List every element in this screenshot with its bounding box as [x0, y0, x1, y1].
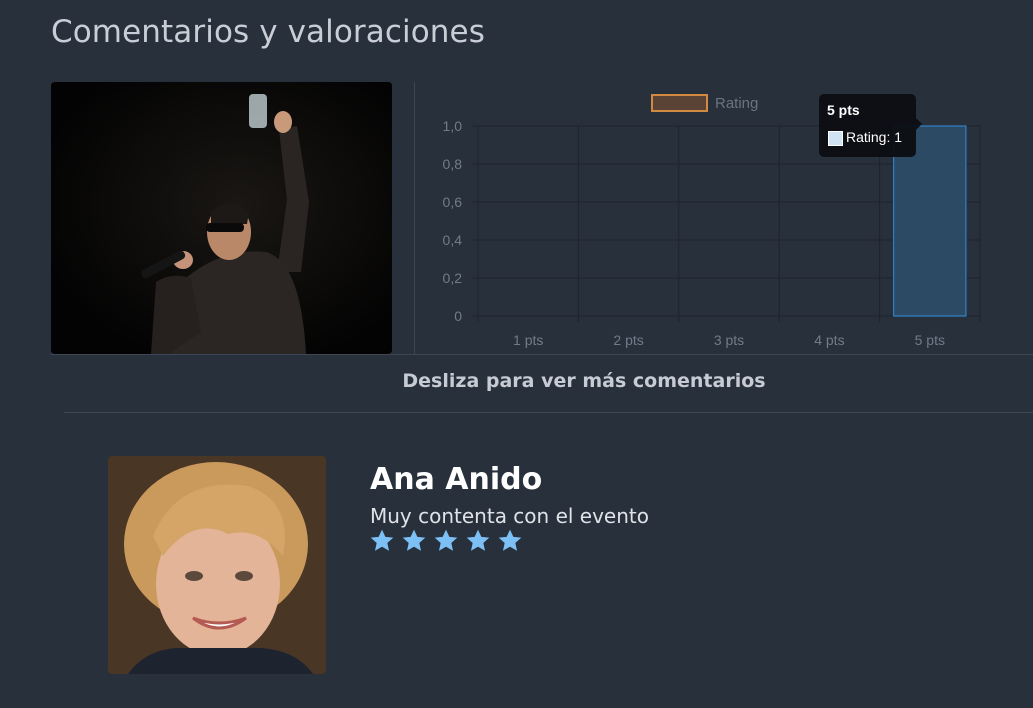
- star-icon: [402, 529, 426, 551]
- y-tick-label: 0,8: [443, 156, 463, 172]
- x-tick-label: 2 pts: [613, 332, 643, 348]
- star-icon: [434, 529, 458, 551]
- tooltip-swatch: [828, 131, 843, 146]
- tooltip-body: Rating: 1: [846, 129, 903, 145]
- tooltip-title: 5 pts: [827, 102, 860, 118]
- event-photo: [51, 82, 392, 354]
- star-icon: [498, 529, 522, 551]
- comments-divider: [64, 412, 1033, 413]
- section-divider: [51, 354, 1033, 355]
- swipe-hint: Desliza para ver más comentarios: [402, 370, 766, 392]
- page-title: Comentarios y valoraciones: [51, 14, 485, 50]
- y-tick-label: 0,4: [443, 232, 463, 248]
- x-tick-label: 5 pts: [915, 332, 945, 348]
- chart-tooltip: 5 pts Rating: 1: [819, 94, 922, 157]
- y-tick-label: 1,0: [443, 118, 463, 134]
- legend-swatch: [651, 94, 708, 112]
- y-tick-label: 0: [454, 308, 462, 324]
- star-icon: [370, 529, 394, 551]
- rating-chart[interactable]: 0 0,2 0,4 0,6 0,8 1,0 1 pts 2 pts 3 pts 4 pts 5 pt…: [415, 82, 1015, 354]
- legend-label: Rating: [715, 95, 758, 112]
- y-tick-label: 0,2: [443, 270, 463, 286]
- avatar: [108, 456, 326, 674]
- star-rating: [369, 528, 523, 554]
- y-tick-label: 0,6: [443, 194, 463, 210]
- x-tick-label: 3 pts: [714, 332, 744, 348]
- x-tick-label: 1 pts: [513, 332, 543, 348]
- review-comment: Muy contenta con el evento: [370, 504, 649, 528]
- reviewer-name: Ana Anido: [370, 462, 543, 497]
- x-tick-label: 4 pts: [814, 332, 844, 348]
- tooltip-caret: [916, 118, 922, 130]
- star-icon: [466, 529, 490, 551]
